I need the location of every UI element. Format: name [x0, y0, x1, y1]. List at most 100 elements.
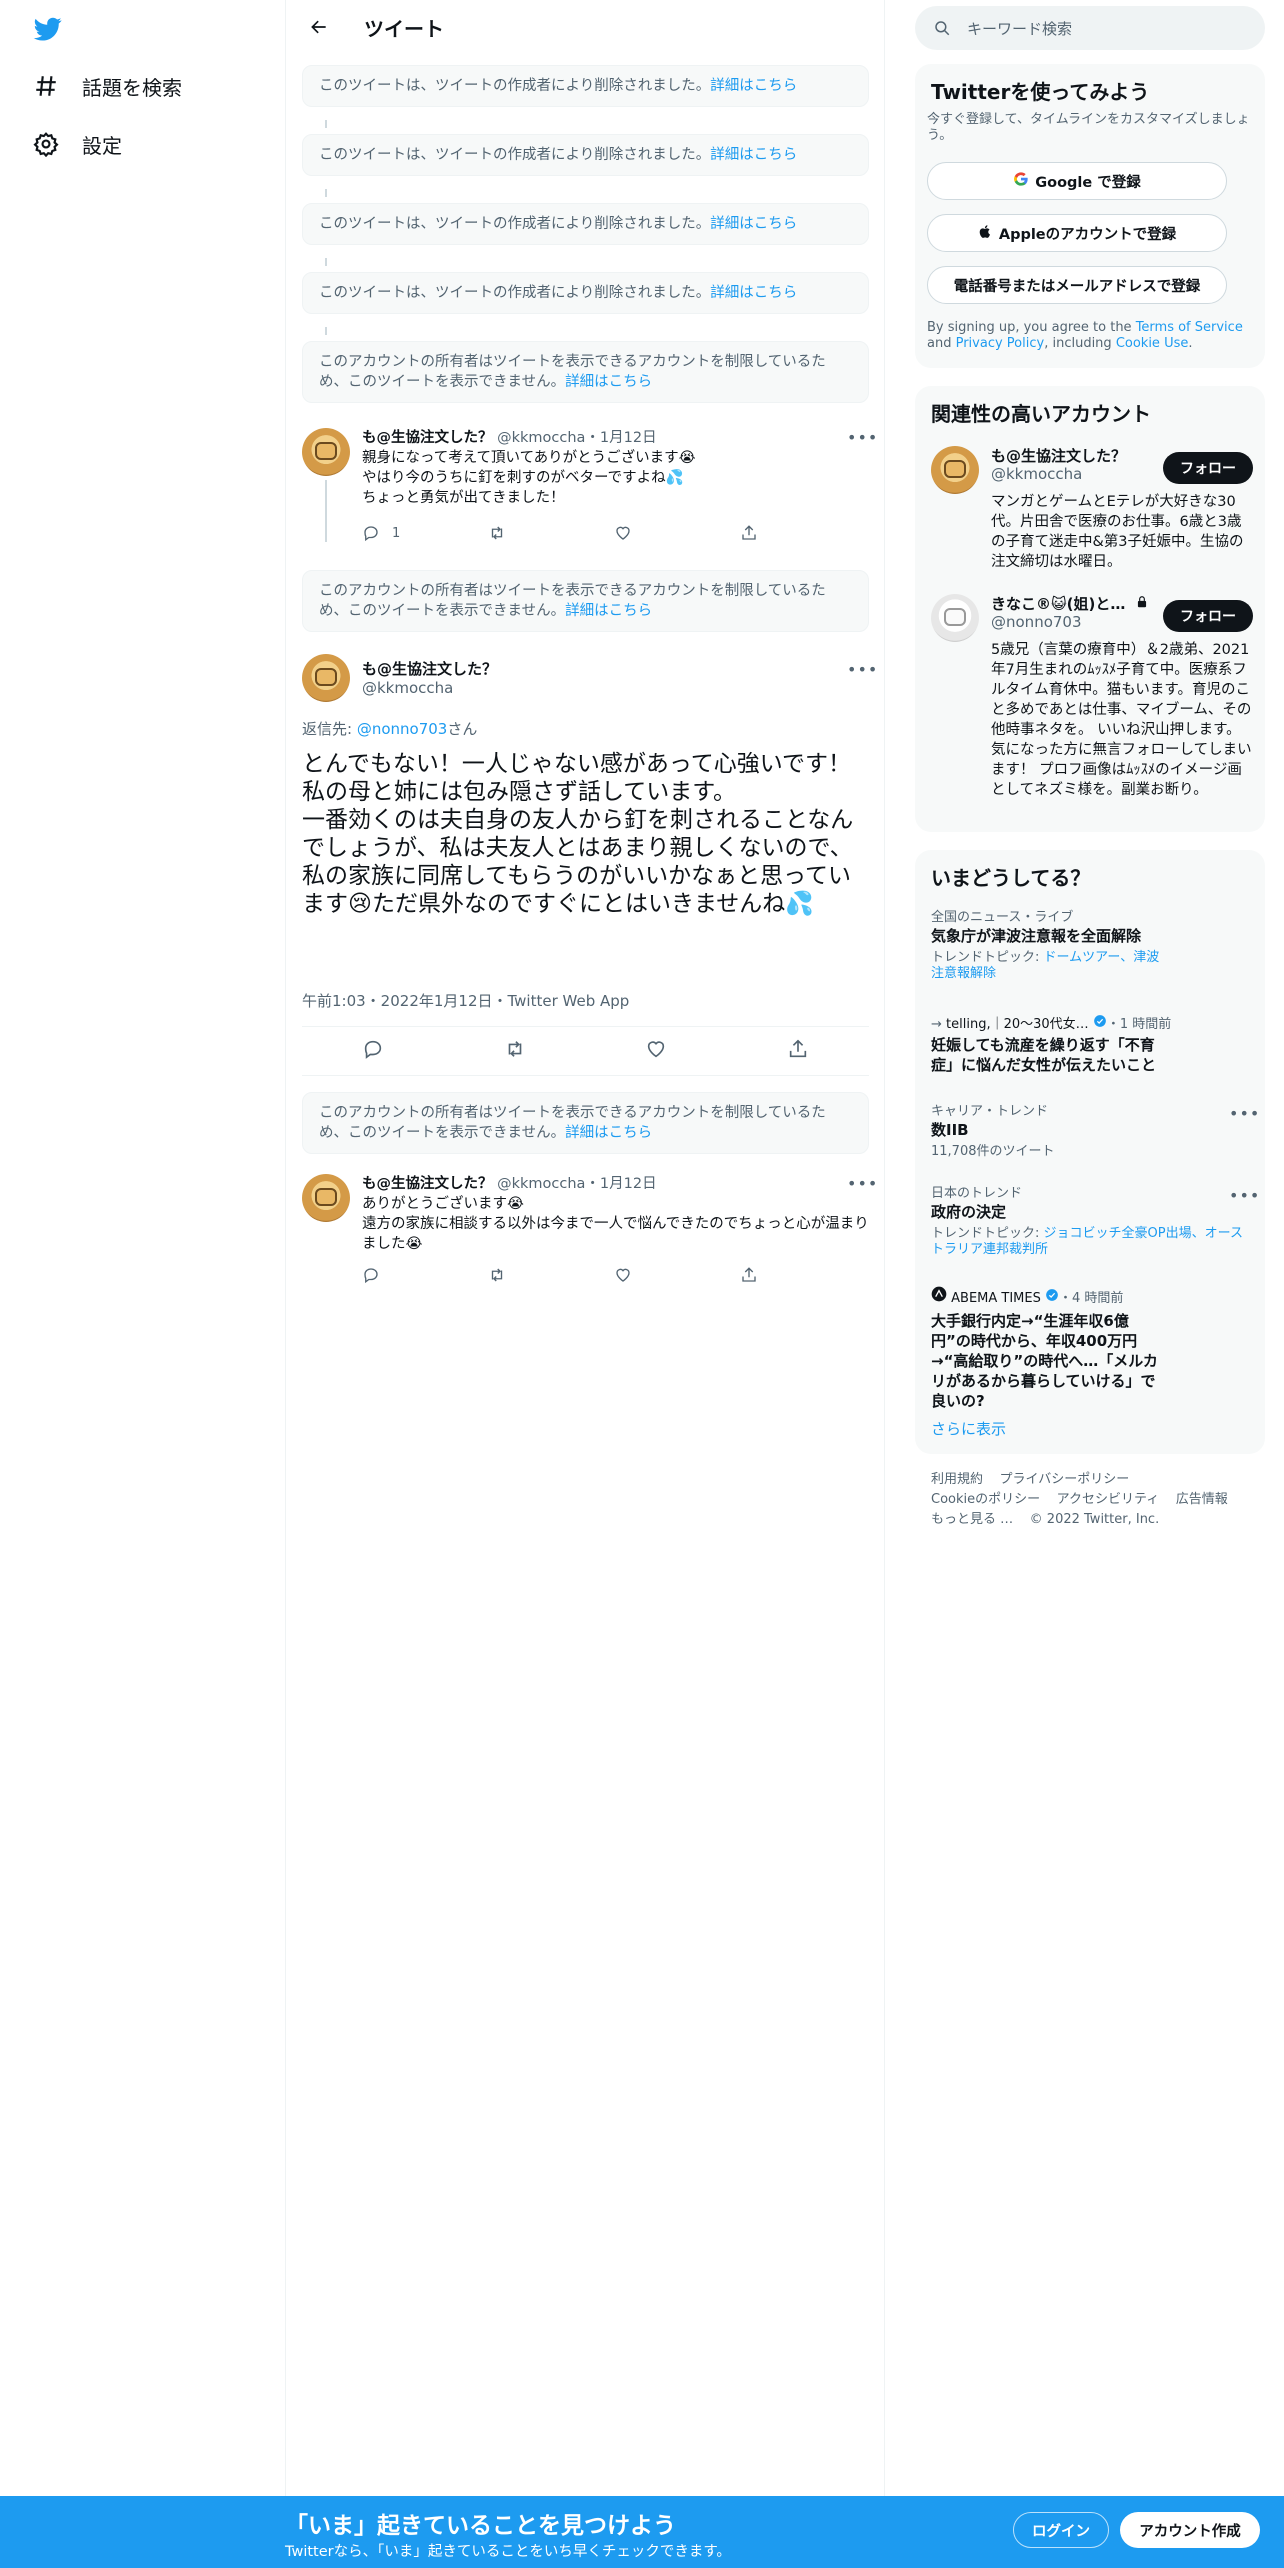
- signup-button[interactable]: アカウント作成: [1120, 2512, 1260, 2548]
- author-name[interactable]: も@生協注文した？: [362, 658, 497, 679]
- trend-source: telling,｜20～30代女…: [946, 1017, 1089, 1032]
- more-options-icon[interactable]: •••: [847, 428, 877, 448]
- page-title: ツイート: [364, 16, 444, 41]
- author-name[interactable]: も@生協注文した？: [362, 1176, 493, 1192]
- back-arrow-icon[interactable]: [302, 10, 336, 44]
- restricted-tweet-notice: このアカウントの所有者はツイートを表示できるアカウントを制限しているため、このツ…: [302, 341, 869, 403]
- trend-topic-label: トレンドトピック:: [931, 950, 1044, 965]
- verified-icon: [1093, 1015, 1107, 1032]
- restricted-tweet-notice: このアカウントの所有者はツイートを表示できるアカウントを制限しているため、このツ…: [302, 1092, 869, 1154]
- thread-line: [325, 327, 327, 335]
- trend-item[interactable]: ABEMA TIMES ・4 時間前 大手銀行内定→“生涯年収6億円”の時代から…: [931, 1286, 1251, 1411]
- account-name[interactable]: きなこ®😺(姐)と…: [991, 595, 1125, 613]
- reply-tweet[interactable]: も@生協注文した？ @kkmoccha・1月12日 ••• 親身になって考えて頂…: [302, 428, 877, 550]
- like-button[interactable]: [614, 1266, 740, 1284]
- learn-more-link[interactable]: 詳細はこちら: [710, 285, 797, 301]
- related-title: 関連性の高いアカウント: [931, 402, 1151, 426]
- footer-accessibility-link[interactable]: アクセシビリティ: [1057, 1492, 1160, 1507]
- retweet-button[interactable]: [504, 1038, 526, 1064]
- reply-tweet[interactable]: も@生協注文した？ @kkmoccha・1月12日 ••• ありがとうございます…: [302, 1174, 877, 1296]
- show-more-link[interactable]: さらに表示: [931, 1418, 1006, 1439]
- related-accounts-card: 関連性の高いアカウント も@生協注文した？ @kkmoccha フォロー マンガ…: [915, 386, 1265, 832]
- thread-line: [325, 258, 327, 266]
- author-handle[interactable]: @kkmoccha: [497, 1176, 585, 1192]
- terms-text: , including: [1044, 336, 1116, 351]
- trend-title: 政府の決定: [931, 1203, 1007, 1221]
- author-handle[interactable]: @kkmoccha: [497, 430, 585, 446]
- reply-button[interactable]: [362, 1266, 488, 1284]
- footer-terms-link[interactable]: 利用規約: [931, 1472, 983, 1487]
- twitter-logo-icon[interactable]: [32, 15, 64, 43]
- share-button[interactable]: [740, 1266, 866, 1284]
- avatar[interactable]: [931, 594, 979, 642]
- author-name[interactable]: も@生協注文した？: [362, 430, 493, 446]
- deleted-tweet-notice: このツイートは、ツイートの作成者により削除されました。詳細はこちら: [302, 134, 869, 176]
- follow-button[interactable]: フォロー: [1163, 600, 1253, 632]
- more-options-icon[interactable]: •••: [1229, 1186, 1259, 1206]
- reply-icon: [364, 1268, 378, 1284]
- notice-text: このツイートは、ツイートの作成者により削除されました。: [319, 147, 711, 163]
- retweet-button[interactable]: [488, 524, 614, 542]
- follow-button[interactable]: フォロー: [1163, 452, 1253, 484]
- account-name[interactable]: も@生協注文した？: [991, 446, 1161, 466]
- trend-item[interactable]: 日本のトレンド 政府の決定 トレンドトピック: ジョコビッチ全豪OP出場、オース…: [931, 1186, 1259, 1258]
- tweet-metadata[interactable]: 午前1:03・2022年1月12日・Twitter Web App: [302, 990, 629, 1011]
- trend-item[interactable]: キャリア・トレンド 数IIB 11,708件のツイート •••: [931, 1104, 1259, 1160]
- notice-text: このツイートは、ツイートの作成者により削除されました。: [319, 216, 711, 232]
- avatar[interactable]: [931, 446, 979, 494]
- learn-more-link[interactable]: 詳細はこちら: [710, 78, 797, 94]
- account-handle: @kkmoccha: [991, 465, 1083, 483]
- terms-text: .: [1188, 336, 1193, 351]
- trend-item[interactable]: → telling,｜20～30代女… ・1 時間前 妊娠しても流産を繰り返す「…: [931, 1014, 1251, 1075]
- reply-button[interactable]: [362, 1038, 384, 1064]
- apple-signup-button[interactable]: Appleのアカウントで登録: [927, 214, 1227, 252]
- footer-privacy-link[interactable]: プライバシーポリシー: [1000, 1472, 1130, 1487]
- google-icon: [1013, 171, 1029, 191]
- notice-text: このツイートは、ツイートの作成者により削除されました。: [319, 285, 711, 301]
- reply-to-handle[interactable]: @nonno703: [357, 720, 448, 738]
- retweet-button[interactable]: [488, 1266, 614, 1284]
- tweet-date[interactable]: 1月12日: [600, 1176, 657, 1192]
- like-button[interactable]: [645, 1038, 667, 1064]
- avatar[interactable]: [302, 654, 350, 702]
- account-handle: @nonno703: [991, 613, 1082, 631]
- reply-button[interactable]: 1: [362, 524, 488, 542]
- google-signup-button[interactable]: Google で登録: [927, 162, 1227, 200]
- avatar[interactable]: [302, 428, 350, 476]
- nav-settings[interactable]: 設定: [32, 116, 122, 172]
- trend-item[interactable]: 全国のニュース・ライブ 気象庁が津波注意報を全面解除 トレンドトピック: ドーム…: [931, 910, 1251, 982]
- login-button[interactable]: ログイン: [1013, 2512, 1109, 2548]
- learn-more-link[interactable]: 詳細はこちら: [565, 1125, 652, 1141]
- learn-more-link[interactable]: 詳細はこちら: [710, 216, 797, 232]
- reply-icon: [364, 1040, 382, 1059]
- terms-text: and: [927, 336, 956, 351]
- tweet-date[interactable]: 1月12日: [600, 430, 657, 446]
- share-button[interactable]: [740, 524, 866, 542]
- arrow-icon: →: [931, 1017, 947, 1032]
- share-button[interactable]: [787, 1038, 809, 1064]
- learn-more-link[interactable]: 詳細はこちら: [710, 147, 797, 163]
- learn-more-link[interactable]: 詳細はこちら: [565, 374, 652, 390]
- nav-explore[interactable]: 話題を検索: [32, 58, 182, 114]
- heart-icon: [616, 1268, 630, 1282]
- trends-card: いまどうしてる？ 全国のニュース・ライブ 気象庁が津波注意報を全面解除 トレンド…: [915, 850, 1265, 1454]
- more-options-icon[interactable]: •••: [847, 660, 877, 680]
- terms-link[interactable]: Terms of Service: [1136, 320, 1243, 335]
- learn-more-link[interactable]: 詳細はこちら: [565, 603, 652, 619]
- author-handle[interactable]: @kkmoccha: [362, 679, 497, 697]
- phone-email-signup-button[interactable]: 電話番号またはメールアドレスで登録: [927, 266, 1227, 304]
- deleted-tweet-notice: このツイートは、ツイートの作成者により削除されました。詳細はこちら: [302, 272, 869, 314]
- search-bar[interactable]: キーワード検索: [915, 6, 1265, 50]
- more-options-icon[interactable]: •••: [847, 1174, 877, 1194]
- search-input[interactable]: キーワード検索: [967, 18, 1072, 39]
- more-options-icon[interactable]: •••: [1229, 1104, 1259, 1124]
- cookie-link[interactable]: Cookie Use: [1116, 336, 1189, 351]
- footer-cookie-link[interactable]: Cookieのポリシー: [931, 1492, 1040, 1507]
- avatar[interactable]: [302, 1174, 350, 1222]
- footer-more-link[interactable]: もっと見る …: [931, 1512, 1013, 1527]
- footer-ads-link[interactable]: 広告情報: [1176, 1492, 1228, 1507]
- account-bio: 5歳兄（言葉の療育中）＆2歳弟、2021年7月生まれのﾑｯｽﾒ子育て中。医療系フ…: [991, 642, 1252, 798]
- like-button[interactable]: [614, 524, 740, 542]
- trend-title: 数IIB: [931, 1121, 969, 1139]
- privacy-link[interactable]: Privacy Policy: [956, 336, 1045, 351]
